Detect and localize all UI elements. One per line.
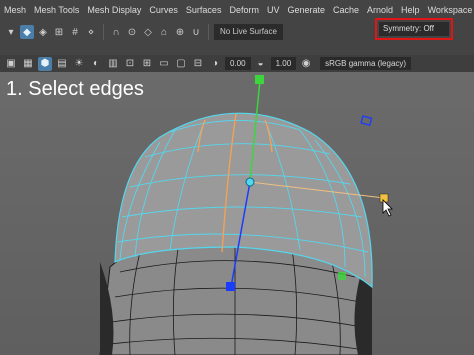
xray-icon[interactable]: ▥ — [106, 57, 120, 71]
move-y-handle — [255, 75, 264, 84]
wireframe-icon[interactable]: ▦ — [21, 57, 35, 71]
exposure-icon[interactable]: ◑ — [208, 57, 222, 71]
vertex-mode-icon[interactable]: ▾ — [4, 25, 18, 39]
menu-uv[interactable]: UV — [263, 0, 284, 20]
instruction-text: 1. Select edges — [6, 78, 144, 100]
snap-vertex-icon[interactable]: ⋄ — [84, 25, 98, 39]
snap-surface-icon[interactable]: ◇ — [141, 25, 155, 39]
separator — [103, 24, 104, 40]
symmetry-highlight — [375, 18, 453, 40]
grid-icon[interactable]: ⊞ — [140, 57, 154, 71]
move-z-handle — [226, 282, 235, 291]
menu-arnold[interactable]: Arnold — [363, 0, 397, 20]
menu-deform[interactable]: Deform — [225, 0, 263, 20]
magnet-icon[interactable]: ∪ — [189, 25, 203, 39]
snap-curve-icon[interactable]: ∩ — [109, 25, 123, 39]
menu-curves[interactable]: Curves — [145, 0, 182, 20]
manipulator-center — [245, 177, 255, 187]
color-management-icon[interactable]: ◉ — [299, 57, 313, 71]
component-mode-icon[interactable]: ◈ — [36, 25, 50, 39]
rotate-handle — [360, 115, 373, 126]
snap-live-icon[interactable]: ⊕ — [173, 25, 187, 39]
menu-cache[interactable]: Cache — [329, 0, 363, 20]
object-mode-icon[interactable]: ◆ — [20, 25, 34, 39]
gamma-field[interactable]: 1.00 — [270, 57, 297, 70]
menu-bar: Mesh Mesh Tools Mesh Display Curves Surf… — [0, 0, 474, 20]
exposure-field[interactable]: 0.00 — [225, 57, 251, 70]
menu-surfaces[interactable]: Surfaces — [182, 0, 226, 20]
resolution-gate-icon[interactable]: ▢ — [174, 57, 188, 71]
separator — [208, 24, 209, 40]
film-gate-icon[interactable]: ▭ — [157, 57, 171, 71]
gamma-icon[interactable]: ◒ — [254, 57, 268, 71]
textured-icon[interactable]: ▤ — [55, 57, 69, 71]
menu-mesh[interactable]: Mesh — [0, 0, 30, 20]
menu-mesh-tools[interactable]: Mesh Tools — [30, 0, 83, 20]
menu-help[interactable]: Help — [397, 0, 424, 20]
lights-icon[interactable]: ☀ — [72, 57, 86, 71]
isolate-icon[interactable]: ⊡ — [123, 57, 137, 71]
snap-point-icon[interactable]: ⊙ — [125, 25, 139, 39]
viewport[interactable]: 1. Select edges — [0, 72, 474, 355]
mouse-cursor-icon — [382, 199, 393, 217]
snap-view-icon[interactable]: ⌂ — [157, 25, 171, 39]
panel-toolbar: ▣ ▦ ⬢ ▤ ☀ ◐ ▥ ⊡ ⊞ ▭ ▢ ⊟ ◑ 0.00 ◒ 1.00 ◉ … — [0, 55, 474, 72]
live-surface-dropdown[interactable]: No Live Surface — [214, 24, 283, 40]
camera-icon[interactable]: ▣ — [4, 57, 18, 71]
color-space-dropdown[interactable]: sRGB gamma (legacy) — [320, 57, 412, 70]
safe-action-icon[interactable]: ⊟ — [191, 57, 205, 71]
smooth-shade-icon[interactable]: ⬢ — [38, 56, 52, 71]
menu-generate[interactable]: Generate — [283, 0, 329, 20]
shadows-icon[interactable]: ◐ — [89, 57, 103, 71]
menu-workspace[interactable]: Workspace — [424, 0, 474, 20]
viewport-scene — [99, 75, 393, 355]
plane-handle — [338, 272, 346, 280]
snap-grid-icon[interactable]: # — [68, 25, 82, 39]
menu-mesh-display[interactable]: Mesh Display — [83, 0, 145, 20]
select-hierarchy-icon[interactable]: ⊞ — [52, 25, 66, 39]
